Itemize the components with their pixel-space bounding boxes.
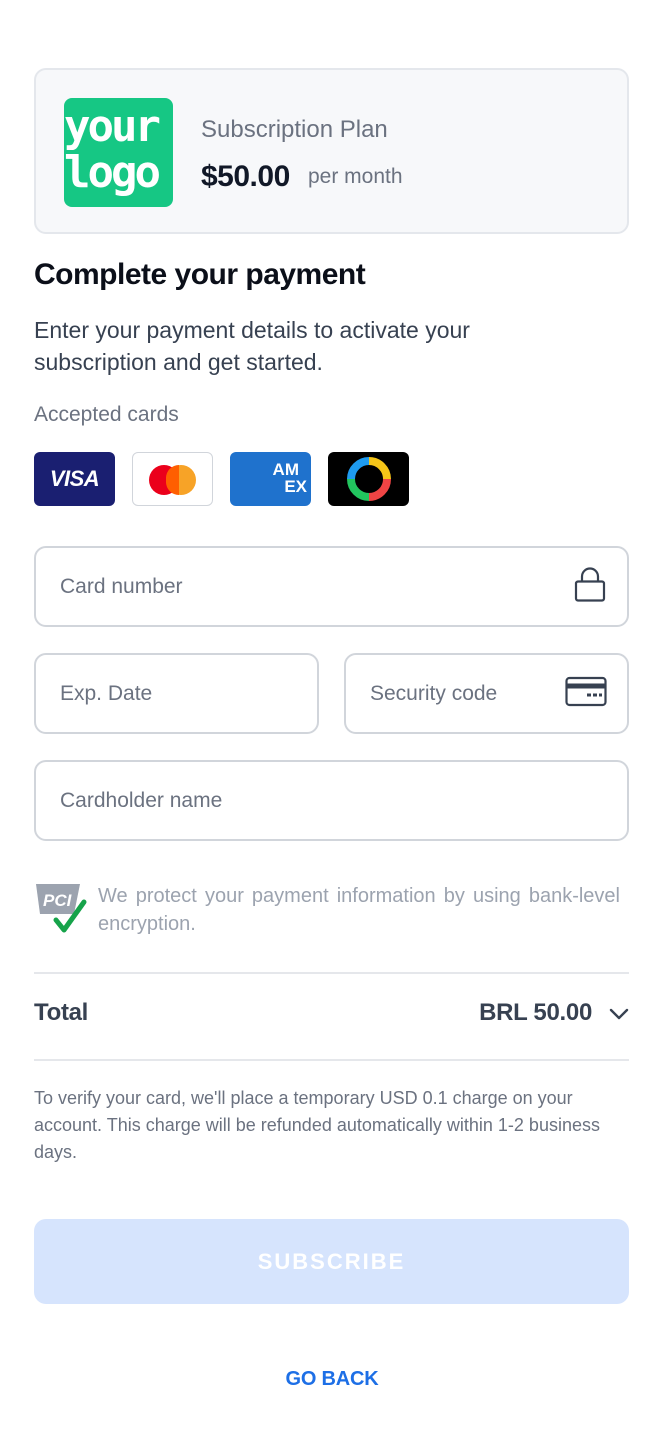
mastercard-icon	[132, 452, 213, 506]
card-number-input[interactable]	[36, 548, 627, 625]
divider-bottom	[34, 1059, 629, 1061]
chevron-down-icon[interactable]	[608, 1003, 630, 1030]
exp-date-input[interactable]	[36, 655, 317, 732]
plan-summary-card: your logo Subscription Plan $50.00 per m…	[34, 68, 629, 234]
exp-date-field-wrapper	[34, 653, 319, 734]
cardholder-name-field-wrapper	[34, 760, 629, 841]
cardholder-name-input[interactable]	[36, 762, 627, 839]
go-back-link[interactable]: GO BACK	[0, 1368, 664, 1391]
plan-name: Subscription Plan	[201, 116, 388, 143]
total-value[interactable]: BRL 50.00	[479, 999, 592, 1027]
card-number-field-wrapper	[34, 546, 629, 627]
visa-text: VISA	[49, 466, 100, 491]
plan-price: $50.00	[201, 160, 290, 193]
accepted-cards-list: VISA AM EX	[34, 452, 409, 506]
visa-card-icon: VISA	[34, 452, 115, 506]
other-card-icon	[328, 452, 409, 506]
amex-line-1: AM	[272, 460, 299, 479]
security-code-field-wrapper	[344, 653, 629, 734]
company-logo: your logo	[64, 98, 173, 207]
logo-line-2: logo	[64, 147, 161, 198]
pci-shield-icon: PCI	[34, 882, 88, 939]
plan-period: per month	[308, 165, 403, 188]
logo-line-1: your	[64, 101, 161, 152]
page-title: Complete your payment	[34, 258, 366, 291]
security-text: We protect your payment information by u…	[98, 885, 620, 935]
page-subtitle: Enter your payment details to activate y…	[34, 317, 470, 375]
card-back-icon	[565, 676, 607, 711]
total-label: Total	[34, 999, 89, 1026]
pci-badge-text: PCI	[43, 891, 73, 910]
accepted-cards-label: Accepted cards	[34, 403, 179, 426]
verification-notice: To verify your card, we'll place a tempo…	[34, 1088, 600, 1162]
divider-top	[34, 972, 629, 974]
subscribe-button[interactable]: SUBSCRIBE	[34, 1219, 629, 1304]
amex-line-2: EX	[284, 477, 307, 496]
lock-icon	[573, 566, 607, 607]
amex-card-icon: AM EX	[230, 452, 311, 506]
